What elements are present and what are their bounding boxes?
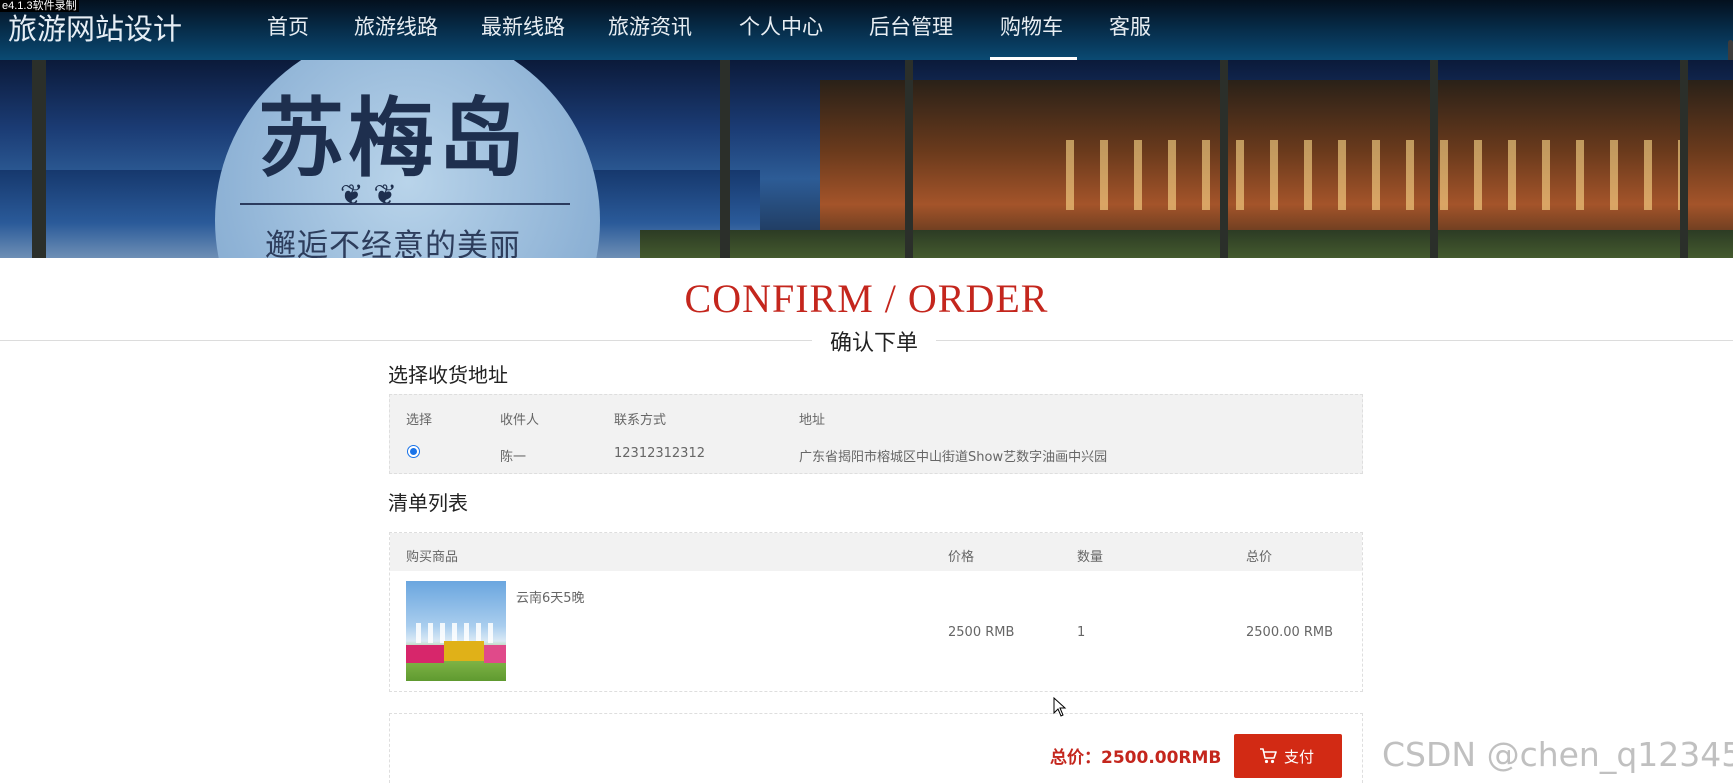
banner-palm: [1430, 60, 1438, 258]
address-header-contact: 联系方式: [614, 413, 667, 428]
product-name[interactable]: 云南6天5晚: [516, 587, 585, 606]
cart-row: 云南6天5晚 2500 RMB 1 2500.00 RMB: [390, 571, 1362, 687]
top-navbar: 旅游网站设计 首页 旅游线路 最新线路 旅游资讯 个人中心 后台管理 购物车 客…: [0, 0, 1733, 60]
address-radio[interactable]: [407, 445, 420, 458]
recording-label: e4.1.3软件录制: [0, 0, 79, 12]
page-heading-cn: 确认下单: [812, 325, 936, 357]
banner-grass: [640, 230, 1733, 258]
nav-item-cart[interactable]: 购物车: [990, 11, 1077, 60]
pay-button[interactable]: 支付: [1234, 734, 1342, 778]
thumbnail-car: [406, 645, 444, 663]
cart-header-price: 价格: [948, 550, 975, 565]
nav-item-admin[interactable]: 后台管理: [869, 11, 953, 60]
address-header-select: 选择: [406, 413, 433, 428]
banner-palm: [720, 60, 730, 258]
banner-divider: [240, 203, 570, 205]
banner-palm: [1680, 60, 1688, 258]
order-total: 总价：2500.00RMB: [1050, 748, 1222, 768]
product-thumbnail[interactable]: [406, 581, 506, 681]
cart-section-title: 清单列表: [388, 491, 468, 515]
cart-header-product: 购买商品: [406, 550, 459, 565]
page-heading-en: CONFIRM / ORDER: [684, 276, 1049, 321]
thumbnail-car: [444, 641, 484, 661]
banner-ornament-icon: ❦❦: [340, 179, 407, 210]
mouse-cursor-icon: [1053, 697, 1067, 717]
address-header-receiver: 收件人: [500, 413, 540, 428]
address-table: 选择 收件人 联系方式 地址 陈一 12312312312 广东省揭阳市榕城区中…: [389, 394, 1363, 474]
banner-palm: [32, 60, 46, 258]
site-brand[interactable]: 旅游网站设计: [8, 6, 182, 48]
banner-palm: [905, 60, 913, 258]
hero-banner: 苏梅岛 ❦❦ 邂逅不经意的美丽: [0, 60, 1733, 258]
address-header-address: 地址: [799, 413, 826, 428]
banner-subtitle: 邂逅不经意的美丽: [265, 228, 521, 258]
nav-item-latest-routes[interactable]: 最新线路: [481, 11, 565, 60]
address-contact: 12312312312: [614, 446, 705, 461]
nav-item-travel-news[interactable]: 旅游资讯: [608, 11, 692, 60]
nav-item-customer-service[interactable]: 客服: [1109, 11, 1151, 60]
product-total: 2500.00 RMB: [1246, 625, 1334, 640]
cart-header-total: 总价: [1246, 550, 1273, 565]
nav-item-home[interactable]: 首页: [267, 11, 309, 60]
banner-lights: [1040, 140, 1680, 210]
pay-button-label: 支付: [1284, 748, 1315, 766]
cart-header-quantity: 数量: [1077, 550, 1104, 565]
product-price: 2500 RMB: [948, 625, 1015, 640]
product-quantity: 1: [1077, 625, 1086, 640]
banner-title: 苏梅岛: [258, 88, 528, 189]
cart-table-header: 购买商品 价格 数量 总价: [390, 533, 1362, 571]
nav-item-tour-routes[interactable]: 旅游线路: [354, 11, 438, 60]
address-text: 广东省揭阳市榕城区中山街道Show艺数字油画中兴园: [799, 450, 1108, 465]
thumbnail-car: [484, 645, 506, 663]
nav-item-personal-center[interactable]: 个人中心: [739, 11, 823, 60]
thumbnail-people: [416, 623, 496, 643]
banner-palm: [1220, 60, 1228, 258]
cart-icon: [1260, 748, 1277, 764]
cart-table: 购买商品 价格 数量 总价 云南6天5晚 2500 RMB 1 2500.00 …: [389, 532, 1363, 692]
nav-item-cart-label: 购物车: [1000, 15, 1063, 39]
address-receiver: 陈一: [500, 450, 527, 465]
address-section-title: 选择收货地址: [388, 363, 508, 387]
csdn-watermark: CSDN @chen_q123456: [1382, 735, 1733, 774]
